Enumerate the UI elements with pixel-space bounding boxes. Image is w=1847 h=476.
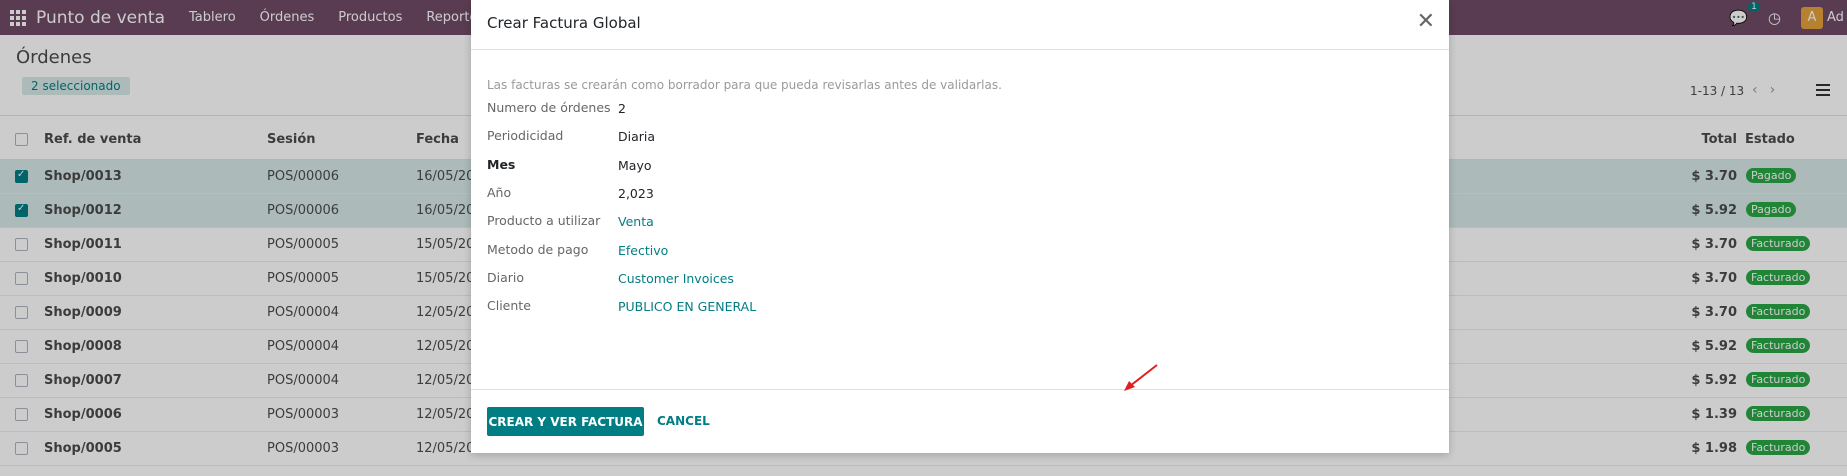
- field-label: Producto a utilizar: [487, 213, 601, 229]
- global-invoice-dialog: Crear Factura Global ✕ Las facturas se c…: [471, 0, 1449, 453]
- field-value: 2: [618, 101, 626, 116]
- field-label: Metodo de pago: [487, 241, 589, 257]
- dialog-header: Crear Factura Global ✕: [471, 0, 1449, 50]
- dialog-hint: Las facturas se crearán como borrador pa…: [487, 78, 1002, 92]
- field-label: Diario: [487, 269, 525, 285]
- dialog-title: Crear Factura Global: [487, 14, 641, 32]
- field-value[interactable]: Customer Invoices: [618, 271, 734, 286]
- field-label: Periodicidad: [487, 128, 564, 144]
- field-value[interactable]: PUBLICO EN GENERAL: [618, 299, 756, 314]
- field-label: Numero de órdenes: [487, 100, 611, 115]
- cancel-button[interactable]: CANCEL: [657, 414, 710, 428]
- field-value: Diaria: [618, 129, 656, 145]
- dialog-body: Las facturas se crearán como borrador pa…: [471, 50, 1449, 390]
- field-value[interactable]: Efectivo: [618, 243, 668, 258]
- field-value: Mayo: [618, 157, 652, 173]
- field-label: Mes: [487, 156, 516, 172]
- annotation-arrow-icon: [1124, 364, 1158, 391]
- field-label: Año: [487, 184, 512, 200]
- field-value: 2,023: [618, 185, 654, 201]
- create-and-view-invoice-button[interactable]: CREAR Y VER FACTURA: [487, 407, 644, 436]
- close-icon[interactable]: ✕: [1417, 11, 1435, 33]
- field-value[interactable]: Venta: [618, 214, 654, 229]
- field-label: Cliente: [487, 298, 531, 314]
